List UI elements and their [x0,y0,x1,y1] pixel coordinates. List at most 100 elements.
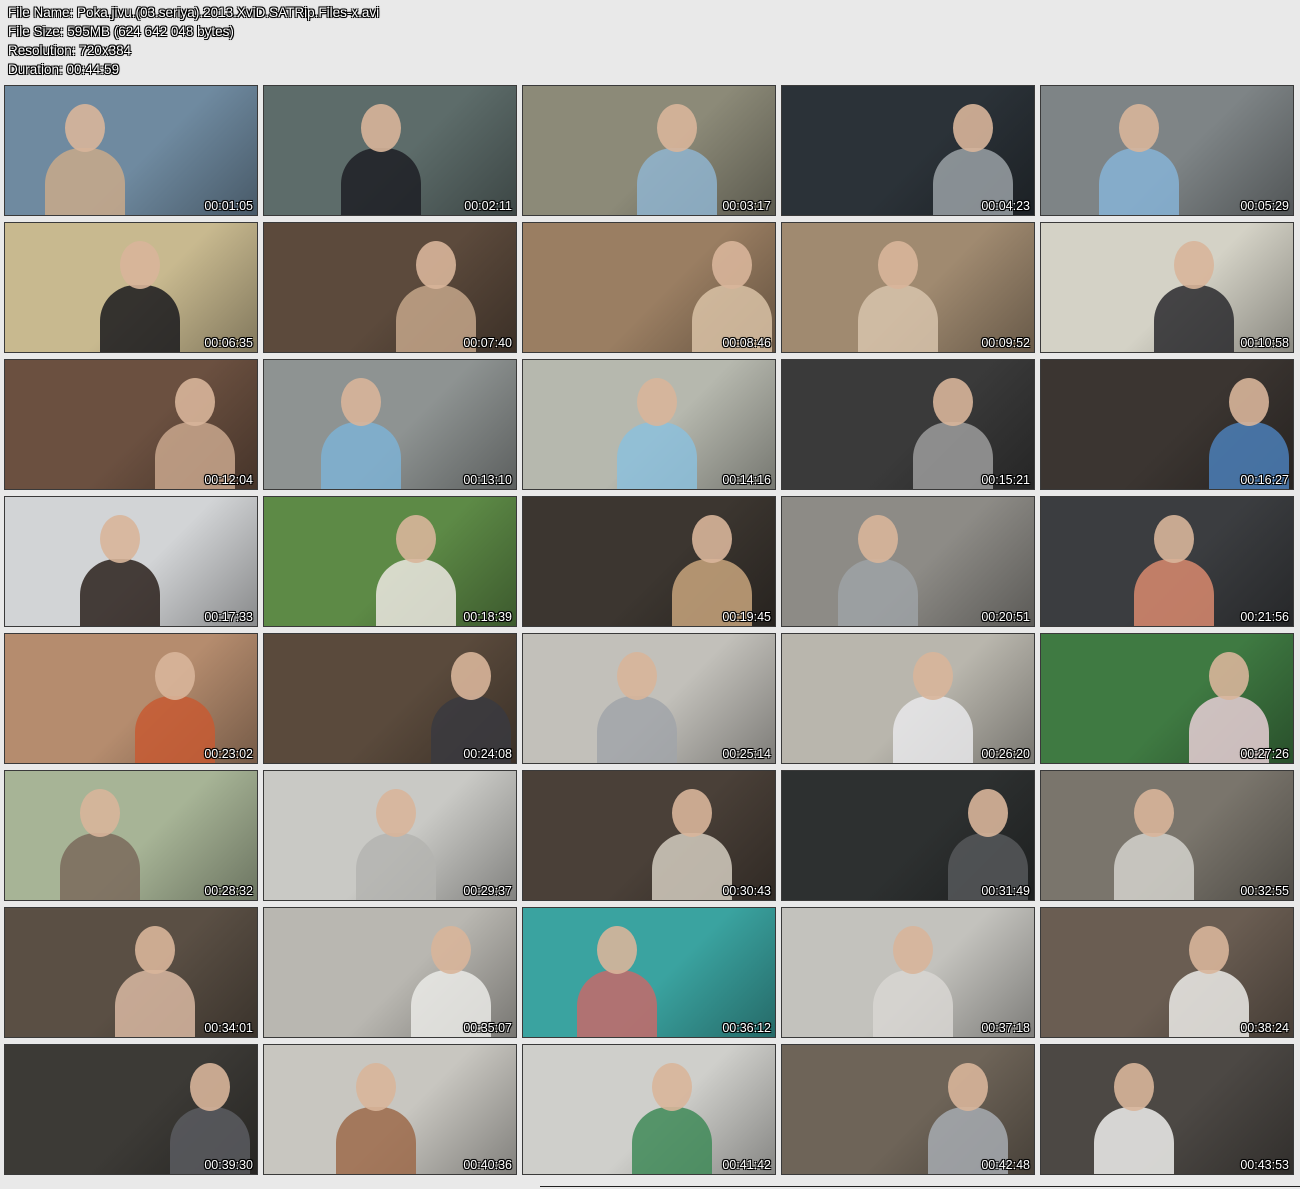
video-thumbnail: 00:37:18 [781,907,1035,1038]
figure-head [1229,378,1269,426]
timestamp-label: 00:12:04 [204,473,253,487]
timestamp-label: 00:35:07 [463,1021,512,1035]
figure-silhouette [80,559,160,626]
figure-silhouette [336,1107,416,1174]
video-thumbnail: 00:19:45 [522,496,776,627]
timestamp-label: 00:43:53 [1240,1158,1289,1172]
video-thumbnail: 00:12:04 [4,359,258,490]
file-info: File Name: Poka.jivu.(03.seriya).2013.Xv… [8,3,379,79]
figure-silhouette [893,696,973,763]
video-thumbnail: 00:34:01 [4,907,258,1038]
figure-head [65,104,105,152]
timestamp-label: 00:17:33 [204,610,253,624]
video-thumbnail: 00:15:21 [781,359,1035,490]
figure-head [913,652,953,700]
video-thumbnail: 00:21:56 [1040,496,1294,627]
timestamp-label: 00:03:17 [722,199,771,213]
figure-silhouette [637,148,717,215]
video-thumbnail: 00:25:14 [522,633,776,764]
video-thumbnail: 00:16:27 [1040,359,1294,490]
video-thumbnail: 00:42:48 [781,1044,1035,1175]
timestamp-label: 00:20:51 [981,610,1030,624]
timestamp-label: 00:24:08 [463,747,512,761]
figure-head [893,926,933,974]
timestamp-label: 00:34:01 [204,1021,253,1035]
timestamp-label: 00:23:02 [204,747,253,761]
figure-head [597,926,637,974]
figure-silhouette [873,970,953,1037]
timestamp-label: 00:42:48 [981,1158,1030,1172]
figure-silhouette [135,696,215,763]
figure-head [953,104,993,152]
figure-head [80,789,120,837]
video-thumbnail: 00:13:10 [263,359,517,490]
timestamp-label: 00:07:40 [463,336,512,350]
figure-head [396,515,436,563]
figure-head [175,378,215,426]
timestamp-label: 00:05:29 [1240,199,1289,213]
figure-silhouette [1094,1107,1174,1174]
figure-head [1134,789,1174,837]
figure-silhouette [597,696,677,763]
figure-head [672,789,712,837]
figure-head [692,515,732,563]
thumbnail-frame [264,223,516,352]
video-thumbnail: 00:41:42 [522,1044,776,1175]
timestamp-label: 00:31:49 [981,884,1030,898]
video-thumbnail: 00:18:39 [263,496,517,627]
figure-head [341,378,381,426]
timestamp-label: 00:04:23 [981,199,1030,213]
figure-head [431,926,471,974]
timestamp-label: 00:25:14 [722,747,771,761]
thumbnail-frame [523,771,775,900]
figure-silhouette [100,285,180,352]
video-thumbnail: 00:40:36 [263,1044,517,1175]
figure-head [190,1063,230,1111]
figure-head [1209,652,1249,700]
timestamp-label: 00:21:56 [1240,610,1289,624]
figure-head [120,241,160,289]
figure-head [1119,104,1159,152]
timestamp-label: 00:29:37 [463,884,512,898]
video-thumbnail: 00:07:40 [263,222,517,353]
video-thumbnail: 00:29:37 [263,770,517,901]
figure-head [712,241,752,289]
timestamp-label: 00:01:05 [204,199,253,213]
thumbnail-frame [5,86,257,215]
figure-head [657,104,697,152]
figure-head [135,926,175,974]
video-thumbnail: 00:26:20 [781,633,1035,764]
figure-silhouette [1169,970,1249,1037]
figure-head [1189,926,1229,974]
timestamp-label: 00:14:16 [722,473,771,487]
figure-head [858,515,898,563]
video-thumbnail: 00:32:55 [1040,770,1294,901]
timestamp-label: 00:40:36 [463,1158,512,1172]
video-thumbnail: 00:39:30 [4,1044,258,1175]
figure-head [416,241,456,289]
figure-head [637,378,677,426]
video-thumbnail: 00:23:02 [4,633,258,764]
video-thumbnail: 00:28:32 [4,770,258,901]
file-size-text: File Size: 595MB (624 642 048 bytes) [8,24,234,39]
figure-silhouette [115,970,195,1037]
timestamp-label: 00:26:20 [981,747,1030,761]
video-thumbnail: 00:06:35 [4,222,258,353]
video-thumbnail: 00:14:16 [522,359,776,490]
figure-head [933,378,973,426]
video-thumbnail: 00:24:08 [263,633,517,764]
timestamp-label: 00:36:12 [722,1021,771,1035]
video-thumbnail: 00:35:07 [263,907,517,1038]
figure-head [968,789,1008,837]
video-thumbnail: 00:38:24 [1040,907,1294,1038]
timestamp-label: 00:39:30 [204,1158,253,1172]
figure-silhouette [652,833,732,900]
timestamp-label: 00:27:26 [1240,747,1289,761]
figure-head [1114,1063,1154,1111]
timestamp-label: 00:41:42 [722,1158,771,1172]
timestamp-label: 00:37:18 [981,1021,1030,1035]
timestamp-label: 00:18:39 [463,610,512,624]
video-thumbnail: 00:30:43 [522,770,776,901]
figure-silhouette [1099,148,1179,215]
figure-head [155,652,195,700]
